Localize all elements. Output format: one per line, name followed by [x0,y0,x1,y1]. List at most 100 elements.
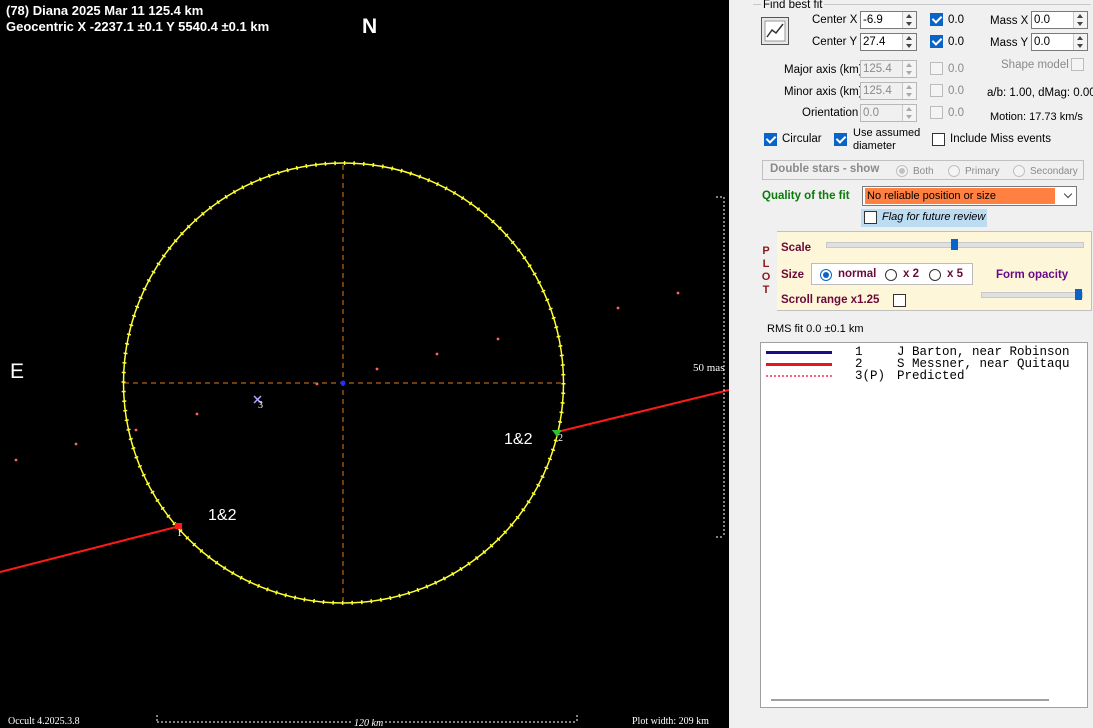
mass-x-label: Mass X [990,15,1029,27]
major-axis-fit-checkbox[interactable] [930,62,943,75]
plot-vertical-label: PLOT [761,245,771,296]
center-point [340,380,346,386]
size-x2-label: x 2 [903,268,919,280]
mass-x-input[interactable]: 0.0 [1031,11,1088,29]
motion-label: Motion: 17.73 km/s [990,111,1083,123]
find-best-fit-button[interactable] [761,17,789,45]
legend-line-swatch [766,363,832,366]
observer-legend-list[interactable]: 1J Barton, near Robinson 2 S Messner, near… [760,342,1088,708]
form-opacity-label: Form opacity [996,269,1069,281]
mass-y-label: Mass Y [990,37,1029,49]
center-y-label: Center Y [812,36,858,48]
orientation-fit-checkbox[interactable] [930,106,943,119]
mass-y-spinner[interactable] [1073,34,1087,50]
use-assumed-diameter-label: Use assumed diameter [853,127,921,152]
size-label: Size [781,269,805,281]
major-axis-spinner[interactable] [902,61,916,77]
legend-number: 3(P) [855,369,886,383]
mass-y-input[interactable]: 0.0 [1031,33,1088,51]
plot-width-label: Plot width: 209 km [632,716,709,727]
major-axis-label: Major axis (km) [784,64,863,76]
major-axis-input[interactable]: 125.4 [860,60,917,78]
include-miss-checkbox[interactable] [932,133,945,146]
center-y-fit-checkbox[interactable] [930,35,943,48]
orientation-input[interactable]: 0.0 [860,104,917,122]
double-primary-radio[interactable] [948,165,960,177]
legend-row[interactable]: 3(P) Predicted [761,370,1087,382]
minor-axis-spinner[interactable] [902,83,916,99]
circular-label: Circular [782,133,822,145]
size-normal-label: normal [838,268,877,280]
scale-mas-label: 50 mas [693,362,725,374]
center-x-uncertainty: 0.0 [948,14,964,26]
center-y-uncertainty: 0.0 [948,36,964,48]
north-label: N [362,15,378,38]
minor-axis-uncertainty: 0.0 [948,85,964,97]
predicted-marker-number: 3 [258,400,263,411]
size-x5-radio[interactable] [929,269,941,281]
chord-end-left-number: 1 [177,528,182,539]
scroll-range-checkbox[interactable] [893,294,906,307]
flag-future-review-label: Flag for future review [882,211,986,223]
chord-line-right [556,389,729,433]
plot-graphics [0,161,729,723]
quality-label: Quality of the fit [762,190,850,202]
center-y-spinner[interactable] [902,34,916,50]
quality-select[interactable]: No reliable position or size [862,186,1077,206]
orientation-uncertainty: 0.0 [948,107,964,119]
center-x-label: Center X [812,14,858,26]
scale-label: Scale [781,242,812,254]
orientation-label: Orientation [802,107,859,119]
occultation-plot[interactable]: (78) Diana 2025 Mar 11 125.4 km Geocentr… [0,0,729,728]
size-normal-radio[interactable] [820,269,832,281]
opacity-slider-thumb[interactable] [1075,289,1082,300]
center-x-spinner[interactable] [902,12,916,28]
opacity-slider-track[interactable] [981,292,1083,298]
ab-dmag-label: a/b: 1.00, dMag: 0.00 [987,87,1093,99]
center-y-input[interactable]: 27.4 [860,33,917,51]
chart-icon [764,20,786,42]
legend-line-swatch [766,351,832,354]
geocentric-coordinates: Geocentric X -2237.1 ±0.1 Y 5540.4 ±0.1 … [6,19,270,34]
major-axis-uncertainty: 0.0 [948,63,964,75]
legend-observer-name: Predicted [897,369,965,383]
size-x2-radio[interactable] [885,269,897,281]
east-label: E [10,360,25,383]
chevron-down-icon [1063,189,1073,199]
double-stars-label: Double stars - show [770,163,880,175]
quality-value: No reliable position or size [865,188,1055,204]
chord-end-right-number: 2 [558,433,563,444]
scale-km-label: 120 km [352,718,386,728]
orientation-spinner[interactable] [902,105,916,121]
double-primary-label: Primary [965,166,1000,177]
center-x-fit-checkbox[interactable] [930,13,943,26]
double-both-label: Both [913,166,934,177]
legend-line-swatch [766,375,832,377]
flag-future-review-checkbox[interactable] [864,211,877,224]
circular-checkbox[interactable] [764,133,777,146]
mass-x-spinner[interactable] [1073,12,1087,28]
use-assumed-diameter-checkbox[interactable] [834,133,847,146]
chord-label-left: 1&2 [208,507,237,524]
find-best-fit-label: Find best fit [761,0,825,11]
plot-title: (78) Diana 2025 Mar 11 125.4 km [6,3,204,18]
minor-axis-label: Minor axis (km) [784,86,863,98]
minor-axis-fit-checkbox[interactable] [930,84,943,97]
include-miss-label: Include Miss events [950,133,1051,145]
shape-model-label: Shape model [1001,59,1069,71]
size-x5-label: x 5 [947,268,963,280]
shape-model-checkbox[interactable] [1071,58,1084,71]
double-both-radio[interactable] [896,165,908,177]
control-panel: Find best fit Center X -6.9 0.0 Mass X 0… [729,0,1093,728]
scroll-range-label: Scroll range x1.25 [781,294,880,306]
double-secondary-label: Secondary [1030,166,1078,177]
version-label: Occult 4.2025.3.8 [8,716,80,727]
scale-slider-thumb[interactable] [951,239,958,250]
predicted-path-dots [14,291,680,462]
chord-line-left [0,525,181,573]
center-x-input[interactable]: -6.9 [860,11,917,29]
chord-label-right: 1&2 [504,431,533,448]
horizontal-scrollbar[interactable] [771,699,1049,701]
double-secondary-radio[interactable] [1013,165,1025,177]
minor-axis-input[interactable]: 125.4 [860,82,917,100]
